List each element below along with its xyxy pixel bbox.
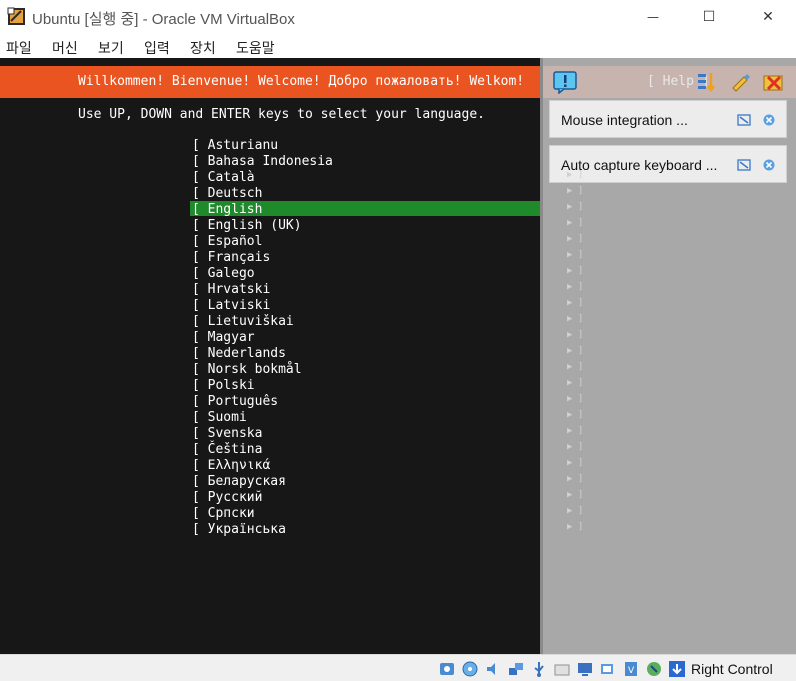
row-arrow-icon: ▶ ]	[567, 458, 584, 468]
maximize-icon: ☐	[702, 9, 716, 25]
menu-bar: 파일 머신 보기 입력 장치 도움말	[0, 34, 796, 58]
language-option-selected[interactable]: [ English	[192, 202, 262, 218]
language-option[interactable]: [ Русский	[192, 490, 262, 506]
language-option[interactable]: [ Asturianu	[192, 138, 278, 154]
menu-machine[interactable]: 머신	[52, 38, 78, 58]
svg-text:V: V	[628, 666, 635, 676]
language-option[interactable]: [ Bahasa Indonesia	[192, 154, 333, 170]
row-arrow-icon: ▶ ]	[567, 474, 584, 484]
row-arrow-icon: ▶ ]	[567, 506, 584, 516]
do-not-show-again-icon[interactable]	[737, 158, 751, 172]
row-arrow-icon: ▶ ]	[567, 314, 584, 324]
language-option[interactable]: [ Čeština	[192, 442, 262, 458]
row-arrow-icon: ▶ ]	[567, 186, 584, 196]
notification-pane: [ Help ] Mouse integration ... Auto capt…	[540, 58, 796, 654]
language-option[interactable]: [ Galego	[192, 266, 255, 282]
close-all-icon[interactable]	[762, 71, 786, 93]
audio-icon[interactable]	[484, 660, 502, 678]
row-arrow-icon: ▶ ]	[567, 346, 584, 356]
minimize-icon: —	[647, 10, 659, 24]
language-option[interactable]: [ Українська	[192, 522, 286, 538]
host-key-label: Right Control	[691, 661, 773, 677]
language-option[interactable]: [ Español	[192, 234, 262, 250]
window-title: Ubuntu [실행 중] - Oracle VM VirtualBox	[32, 11, 295, 28]
row-arrow-icon: ▶ ]	[567, 234, 584, 244]
close-button[interactable]: ✕	[745, 0, 791, 34]
language-option[interactable]: [ Português	[192, 394, 278, 410]
row-arrow-icon: ▶ ]	[567, 442, 584, 452]
optical-drive-icon[interactable]	[461, 660, 479, 678]
keyboard-capture-icon[interactable]	[668, 660, 686, 678]
language-option[interactable]: [ Hrvatski	[192, 282, 270, 298]
language-option[interactable]: [ Suomi	[192, 410, 247, 426]
sort-icon[interactable]	[696, 71, 718, 93]
do-not-show-again-icon[interactable]	[737, 113, 751, 127]
row-arrow-icon: ▶ ]	[567, 490, 584, 500]
virtualbox-app-icon	[7, 7, 25, 25]
language-option[interactable]: [ Deutsch	[192, 186, 262, 202]
row-arrow-icon: ▶ ]	[567, 410, 584, 420]
network-icon[interactable]	[507, 660, 525, 678]
language-option[interactable]: [ Français	[192, 250, 270, 266]
menu-input[interactable]: 입력	[144, 38, 170, 58]
title-bar: Ubuntu [실행 중] - Oracle VM VirtualBox — ☐…	[0, 0, 796, 34]
row-arrow-icon: ▶ ]	[567, 202, 584, 212]
language-option[interactable]: [ Polski	[192, 378, 255, 394]
row-arrow-icon: ▶ ]	[567, 330, 584, 340]
row-arrow-icon: ▶ ]	[567, 266, 584, 276]
language-option[interactable]: [ Српски	[192, 506, 255, 522]
language-option[interactable]: [ Norsk bokmål	[192, 362, 302, 378]
maximize-button[interactable]: ☐	[686, 0, 732, 34]
notification-pane-header: [ Help ]	[543, 66, 796, 98]
hard-disk-icon[interactable]	[438, 660, 456, 678]
row-arrow-icon: ▶ ]	[567, 362, 584, 372]
row-arrow-icon: ▶ ]	[567, 426, 584, 436]
language-option[interactable]: [ Nederlands	[192, 346, 286, 362]
language-option[interactable]: [ Ελληνικά	[192, 458, 270, 474]
mouse-integration-notification[interactable]: Mouse integration ...	[549, 100, 787, 138]
row-arrow-icon: ▶ ]	[567, 394, 584, 404]
language-option[interactable]: [ Latviski	[192, 298, 270, 314]
row-arrow-icon: ▶ ]	[567, 522, 584, 532]
row-arrow-icon: ▶ ]	[567, 218, 584, 228]
row-arrow-icon: ▶ ]	[567, 282, 584, 292]
virtualization-icon[interactable]: V	[622, 660, 640, 678]
vm-display[interactable]: Willkommen! Bienvenue! Welcome! Добро по…	[0, 58, 540, 654]
welcome-banner-text: Willkommen! Bienvenue! Welcome! Добро по…	[78, 74, 525, 89]
message-icon[interactable]	[552, 70, 578, 94]
row-arrow-icon: ▶ ]	[567, 250, 584, 260]
instruction-text: Use UP, DOWN and ENTER keys to select yo…	[78, 107, 485, 122]
menu-help[interactable]: 도움말	[236, 38, 275, 58]
language-option[interactable]: [ Català	[192, 170, 255, 186]
language-option[interactable]: [ English (UK)	[192, 218, 302, 234]
language-option[interactable]: [ Magyar	[192, 330, 255, 346]
usb-icon[interactable]	[530, 660, 548, 678]
row-arrow-icon: ▶ ]	[567, 298, 584, 308]
clear-icon[interactable]	[729, 71, 751, 93]
language-option[interactable]: [ Svenska	[192, 426, 262, 442]
shared-folder-icon[interactable]	[553, 660, 571, 678]
mouse-integration-icon[interactable]	[645, 660, 663, 678]
close-icon: ✕	[762, 9, 774, 25]
menu-devices[interactable]: 장치	[190, 38, 216, 58]
menu-view[interactable]: 보기	[98, 38, 124, 58]
menu-file[interactable]: 파일	[6, 38, 32, 58]
installer-banner: Willkommen! Bienvenue! Welcome! Добро по…	[0, 66, 540, 98]
close-notification-icon[interactable]	[762, 158, 776, 172]
display-icon[interactable]	[576, 660, 594, 678]
close-notification-icon[interactable]	[762, 113, 776, 127]
status-bar: V Right Control	[0, 654, 796, 681]
language-option[interactable]: [ Lietuviškai	[192, 314, 294, 330]
video-capture-icon[interactable]	[599, 660, 617, 678]
row-arrow-icon: ▶ ]	[567, 170, 584, 180]
notification-text: Mouse integration ...	[561, 112, 688, 128]
row-arrow-icon: ▶ ]	[567, 378, 584, 388]
minimize-button[interactable]: —	[630, 0, 676, 34]
language-option[interactable]: [ Беларуская	[192, 474, 286, 490]
